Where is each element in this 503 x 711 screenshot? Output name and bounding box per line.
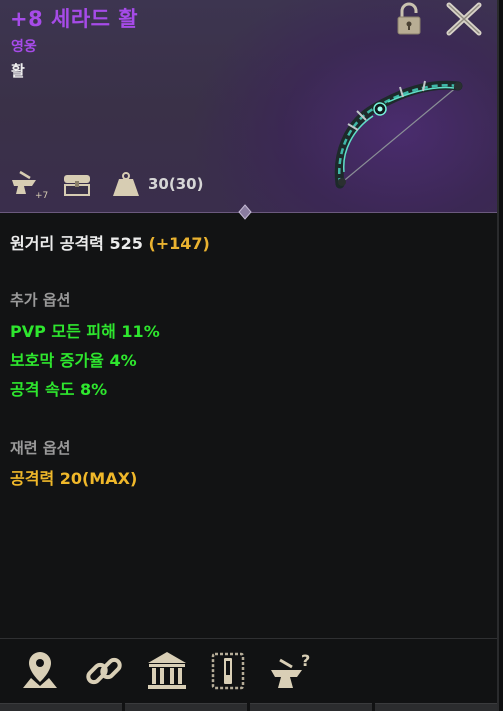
link-icon <box>86 657 122 685</box>
extra-options-title: 추가 옵션 <box>10 291 71 309</box>
refine-options-title: 재련 옵션 <box>10 439 71 457</box>
footer-tab[interactable] <box>0 703 122 711</box>
item-type: 활 <box>11 62 25 80</box>
enchant-anvil-icon: +7 <box>12 170 48 200</box>
upgrade-info-button[interactable]: ? <box>268 647 316 695</box>
ranged-attack-bonus: (+147) <box>148 234 210 253</box>
tooltip-header: +8 세라드 활 영웅 활 +7 30(30) <box>0 0 497 213</box>
ranged-attack-value: 원거리 공격력 525 <box>10 234 143 253</box>
location-button[interactable] <box>16 647 64 695</box>
durability-value: 30(30) <box>148 175 204 193</box>
tooltip-footer: ? <box>0 638 497 711</box>
extra-option-line: PVP 모든 피해 11% <box>10 322 160 341</box>
footer-tab-strip <box>0 703 497 711</box>
anvil-question-icon: ? <box>271 651 310 688</box>
bow-item-image <box>334 80 463 189</box>
footer-tab[interactable] <box>250 703 372 711</box>
weight-icon <box>113 172 139 196</box>
item-name: +8 세라드 활 <box>10 7 139 31</box>
extra-option-line: 보호막 증가율 4% <box>10 351 137 370</box>
ranged-attack-stat: 원거리 공격력 525 (+147) <box>10 230 210 254</box>
location-pin-icon <box>23 652 57 688</box>
close-icon[interactable] <box>444 2 484 36</box>
footer-tab[interactable] <box>125 703 247 711</box>
bank-button[interactable] <box>143 647 191 695</box>
tag-icon <box>211 652 245 690</box>
divider-ornament-icon <box>238 204 252 220</box>
svg-text:+7: +7 <box>35 191 48 200</box>
tag-button[interactable] <box>204 647 252 695</box>
bank-icon <box>148 652 186 689</box>
item-tooltip: +8 세라드 활 영웅 활 +7 30(30) 원거리 공격력 525 (+14… <box>0 0 499 711</box>
extra-option-line: 공격 속도 8% <box>10 380 108 399</box>
footer-tab[interactable] <box>375 703 497 711</box>
svg-text:?: ? <box>301 651 310 670</box>
chest-icon <box>64 175 90 196</box>
link-button[interactable] <box>80 647 128 695</box>
item-grade: 영웅 <box>11 39 37 55</box>
refine-option-line: 공격력 20(MAX) <box>10 469 138 488</box>
lock-open-icon[interactable] <box>393 2 427 36</box>
